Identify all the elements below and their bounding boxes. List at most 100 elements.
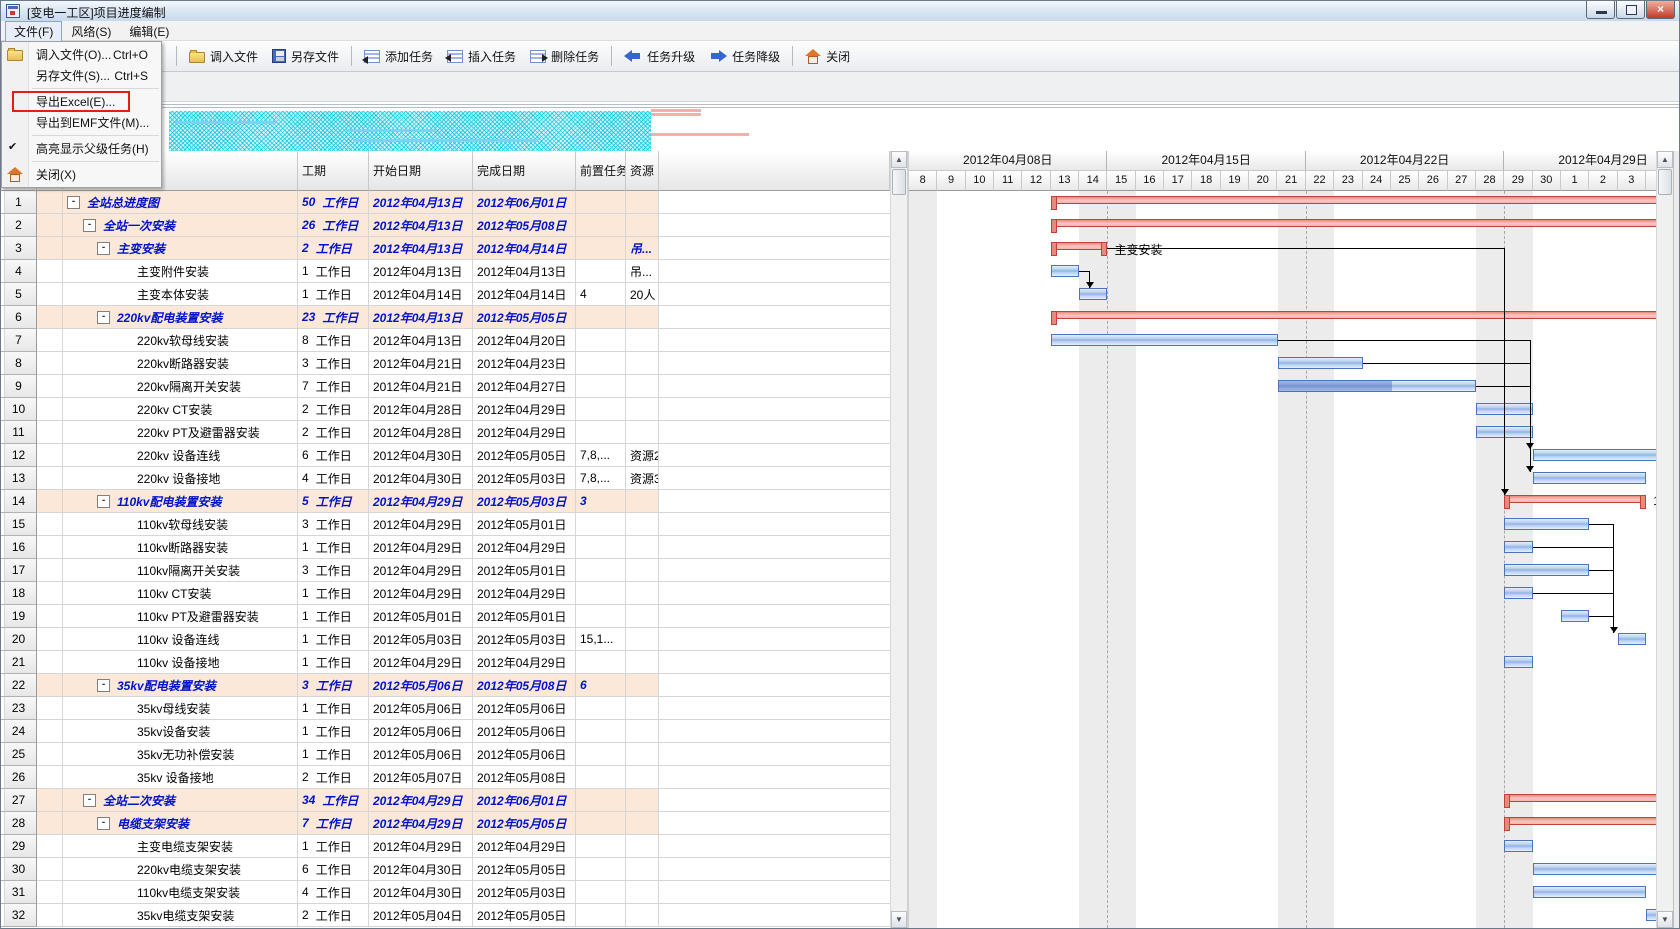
gantt-summary-bar[interactable]: [1504, 794, 1656, 802]
toolbar-button[interactable]: 删除任务: [523, 45, 606, 68]
table-row[interactable]: 13220kv 设备接地4工作日2012年04月30日2012年05月03日7,…: [1, 467, 890, 490]
collapse-icon[interactable]: -: [97, 311, 110, 324]
toolbar-button[interactable]: 插入任务: [440, 45, 523, 68]
gantt-task-bar[interactable]: [1504, 656, 1532, 668]
column-header-duration[interactable]: 工期: [298, 151, 369, 191]
table-row[interactable]: 4主变附件安装1工作日2012年04月13日2012年04月13日吊...: [1, 260, 890, 283]
menu-item[interactable]: 导出到EMF文件(M)...: [2, 112, 161, 133]
gantt-task-bar[interactable]: [1079, 288, 1107, 300]
table-row[interactable]: 8220kv断路器安装3工作日2012年04月21日2012年04月23日: [1, 352, 890, 375]
table-row[interactable]: 2-全站一次安装26工作日2012年04月13日2012年05月08日: [1, 214, 890, 237]
gantt-summary-bar[interactable]: [1051, 196, 1656, 204]
gantt-task-bar[interactable]: [1051, 334, 1278, 346]
table-row[interactable]: 31110kv电缆支架安装4工作日2012年04月30日2012年05月03日: [1, 881, 890, 904]
gantt-task-bar[interactable]: [1561, 610, 1589, 622]
column-header-resource[interactable]: 资源: [626, 151, 659, 191]
table-row[interactable]: 1-全站总进度图50工作日2012年04月13日2012年06月01日: [1, 191, 890, 214]
scroll-up-icon[interactable]: [891, 151, 907, 168]
column-header-predecessor[interactable]: 前置任务: [576, 151, 626, 191]
toolbar-button[interactable]: 调入文件: [182, 45, 265, 68]
table-row[interactable]: 9220kv隔离开关安装7工作日2012年04月21日2012年04月27日: [1, 375, 890, 398]
column-header-start-date[interactable]: 开始日期: [369, 151, 473, 191]
table-row[interactable]: 3235kv电缆支架安装2工作日2012年05月04日2012年05月05日: [1, 904, 890, 927]
table-row[interactable]: 30220kv电缆支架安装6工作日2012年04月30日2012年05月05日: [1, 858, 890, 881]
gantt-task-bar[interactable]: [1278, 357, 1363, 369]
table-row[interactable]: 7220kv软母线安装8工作日2012年04月13日2012年04月20日: [1, 329, 890, 352]
table-row[interactable]: 14-110kv配电装置安装5工作日2012年04月29日2012年05月03日…: [1, 490, 890, 513]
gantt-task-bar[interactable]: [1504, 518, 1589, 530]
gantt-task-bar[interactable]: [1504, 564, 1589, 576]
menu-item[interactable]: 调入文件(O)...Ctrl+O: [2, 44, 161, 65]
scrollbar-thumb[interactable]: [1658, 169, 1672, 195]
menu-item[interactable]: 导出Excel(E)...: [2, 91, 161, 112]
menu-item[interactable]: 另存文件(S)...Ctrl+S: [2, 65, 161, 86]
scrollbar-thumb[interactable]: [892, 169, 906, 195]
table-row[interactable]: 20110kv 设备连线1工作日2012年05月03日2012年05月03日15…: [1, 628, 890, 651]
menubar-item[interactable]: 编辑(E): [120, 21, 178, 42]
scroll-up-icon[interactable]: [1657, 151, 1673, 168]
title-bar[interactable]: [变电一工区]项目进度编制: [1, 1, 1679, 22]
gantt-task-bar[interactable]: [1504, 840, 1532, 852]
gantt-task-bar[interactable]: [1533, 472, 1646, 484]
table-row[interactable]: 10220kv CT安装2工作日2012年04月28日2012年04月29日: [1, 398, 890, 421]
table-row[interactable]: 6-220kv配电装置安装23工作日2012年04月13日2012年05月05日: [1, 306, 890, 329]
gantt-task-bar[interactable]: [1533, 886, 1646, 898]
gantt-task-bar[interactable]: [1618, 633, 1646, 645]
table-row[interactable]: 19110kv PT及避雷器安装1工作日2012年05月01日2012年05月0…: [1, 605, 890, 628]
table-row[interactable]: 28-电缆支架安装7工作日2012年04月29日2012年05月05日: [1, 812, 890, 835]
column-header-finish-date[interactable]: 完成日期: [473, 151, 576, 191]
table-row[interactable]: 15110kv软母线安装3工作日2012年04月29日2012年05月01日: [1, 513, 890, 536]
table-row[interactable]: 17110kv隔离开关安装3工作日2012年04月29日2012年05月01日: [1, 559, 890, 582]
table-row[interactable]: 27-全站二次安装34工作日2012年04月29日2012年06月01日: [1, 789, 890, 812]
table-row[interactable]: 21110kv 设备接地1工作日2012年04月29日2012年04月29日: [1, 651, 890, 674]
gantt-task-bar[interactable]: [1504, 587, 1532, 599]
collapse-icon[interactable]: -: [83, 219, 96, 232]
table-row[interactable]: 12220kv 设备连线6工作日2012年04月30日2012年05月05日7,…: [1, 444, 890, 467]
gantt-task-bar[interactable]: [1646, 909, 1656, 921]
collapse-icon[interactable]: -: [67, 196, 80, 209]
gantt-task-bar[interactable]: [1278, 380, 1476, 392]
table-row[interactable]: 5主变本体安装1工作日2012年04月14日2012年04月14日420人: [1, 283, 890, 306]
gantt-summary-bar[interactable]: [1504, 495, 1646, 503]
menubar-item[interactable]: 文件(F): [5, 21, 62, 42]
gantt-summary-bar[interactable]: [1504, 817, 1656, 825]
table-row[interactable]: 16110kv断路器安装1工作日2012年04月29日2012年04月29日: [1, 536, 890, 559]
gantt-summary-bar[interactable]: [1051, 219, 1656, 227]
table-row[interactable]: 2535kv无功补偿安装1工作日2012年05月06日2012年05月06日: [1, 743, 890, 766]
table-row[interactable]: 29主变电缆支架安装1工作日2012年04月29日2012年04月29日: [1, 835, 890, 858]
toolbar-button[interactable]: 另存文件: [265, 45, 346, 68]
scroll-down-icon[interactable]: [1657, 911, 1673, 928]
scroll-down-icon[interactable]: [891, 911, 907, 928]
minimize-button[interactable]: [1586, 1, 1615, 19]
table-row[interactable]: 2435kv设备安装1工作日2012年05月06日2012年05月06日: [1, 720, 890, 743]
gantt-task-bar[interactable]: [1533, 449, 1656, 461]
gantt-scrollbar[interactable]: [1656, 151, 1673, 928]
gantt-summary-bar[interactable]: [1051, 311, 1656, 319]
toolbar-button[interactable]: 任务降级: [702, 45, 787, 68]
collapse-icon[interactable]: -: [83, 794, 96, 807]
collapse-icon[interactable]: -: [97, 495, 110, 508]
gantt-task-bar[interactable]: [1533, 863, 1656, 875]
table-row[interactable]: 2335kv母线安装1工作日2012年05月06日2012年05月06日: [1, 697, 890, 720]
menu-item[interactable]: 高亮显示父级任务(H): [2, 138, 161, 159]
close-button[interactable]: [1646, 1, 1675, 19]
restore-button[interactable]: [1616, 1, 1645, 19]
table-row[interactable]: 3-主变安装2工作日2012年04月13日2012年04月14日吊...: [1, 237, 890, 260]
toolbar-button[interactable]: 关闭: [798, 45, 857, 68]
gantt-task-bar[interactable]: [1051, 265, 1079, 277]
column-header-blank[interactable]: [659, 151, 890, 191]
menubar-item[interactable]: 风络(S): [62, 21, 120, 42]
toolbar-button[interactable]: 添加任务: [357, 45, 440, 68]
table-scrollbar[interactable]: [890, 151, 907, 928]
table-row[interactable]: 2635kv 设备接地2工作日2012年05月07日2012年05月08日: [1, 766, 890, 789]
collapse-icon[interactable]: -: [97, 817, 110, 830]
menu-item[interactable]: 关闭(X): [2, 164, 161, 185]
gantt-task-bar[interactable]: [1504, 541, 1532, 553]
table-row[interactable]: 22-35kv配电装置安装3工作日2012年05月06日2012年05月08日6: [1, 674, 890, 697]
toolbar-button[interactable]: 任务升级: [617, 45, 702, 68]
collapse-icon[interactable]: -: [97, 242, 110, 255]
collapse-icon[interactable]: -: [97, 679, 110, 692]
table-row[interactable]: 18110kv CT安装1工作日2012年04月29日2012年04月29日: [1, 582, 890, 605]
gantt-summary-bar[interactable]: [1051, 242, 1108, 250]
table-row[interactable]: 11220kv PT及避雷器安装2工作日2012年04月28日2012年04月2…: [1, 421, 890, 444]
